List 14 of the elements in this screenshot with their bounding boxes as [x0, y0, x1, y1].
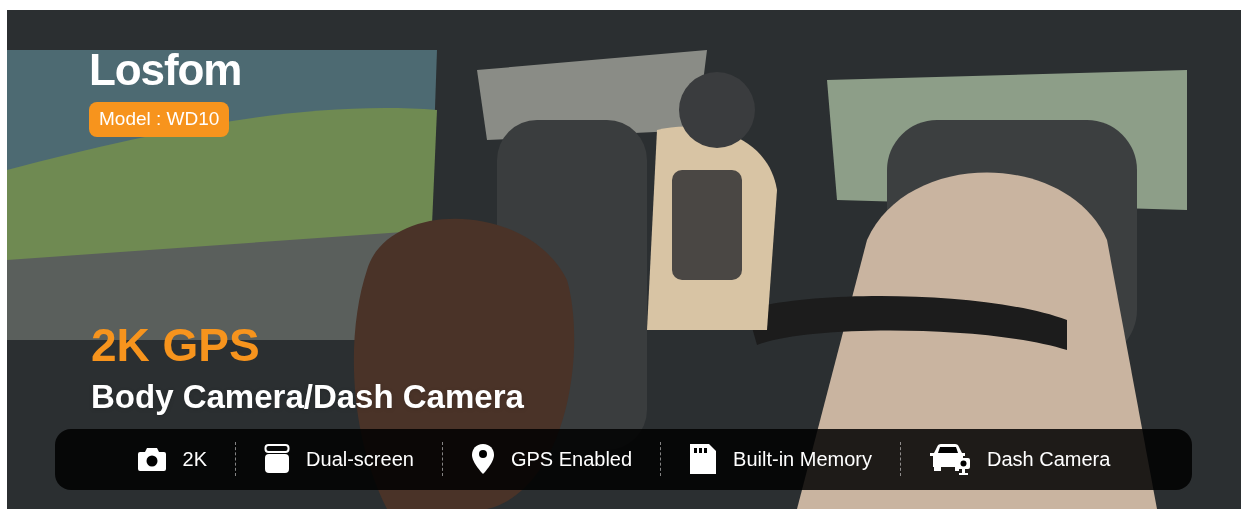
location-pin-icon	[470, 443, 495, 476]
car-camera-icon	[929, 443, 971, 476]
memory-card-icon	[689, 443, 718, 476]
model-badge: Model : WD10	[89, 102, 230, 137]
camera-icon	[136, 446, 167, 473]
feature-label: 2K	[182, 447, 208, 473]
feature-label: GPS Enabled	[510, 447, 633, 473]
feature-label: Built-in Memory	[733, 447, 872, 473]
dual-screen-icon	[264, 444, 291, 475]
feature-label: Dash Camera	[987, 447, 1111, 473]
headline: 2K GPS	[91, 321, 261, 368]
feature-label: Dual-screen	[306, 447, 414, 473]
subheadline: Body Camera/Dash Camera	[91, 376, 525, 417]
brand-logo: Losfom	[89, 48, 242, 92]
